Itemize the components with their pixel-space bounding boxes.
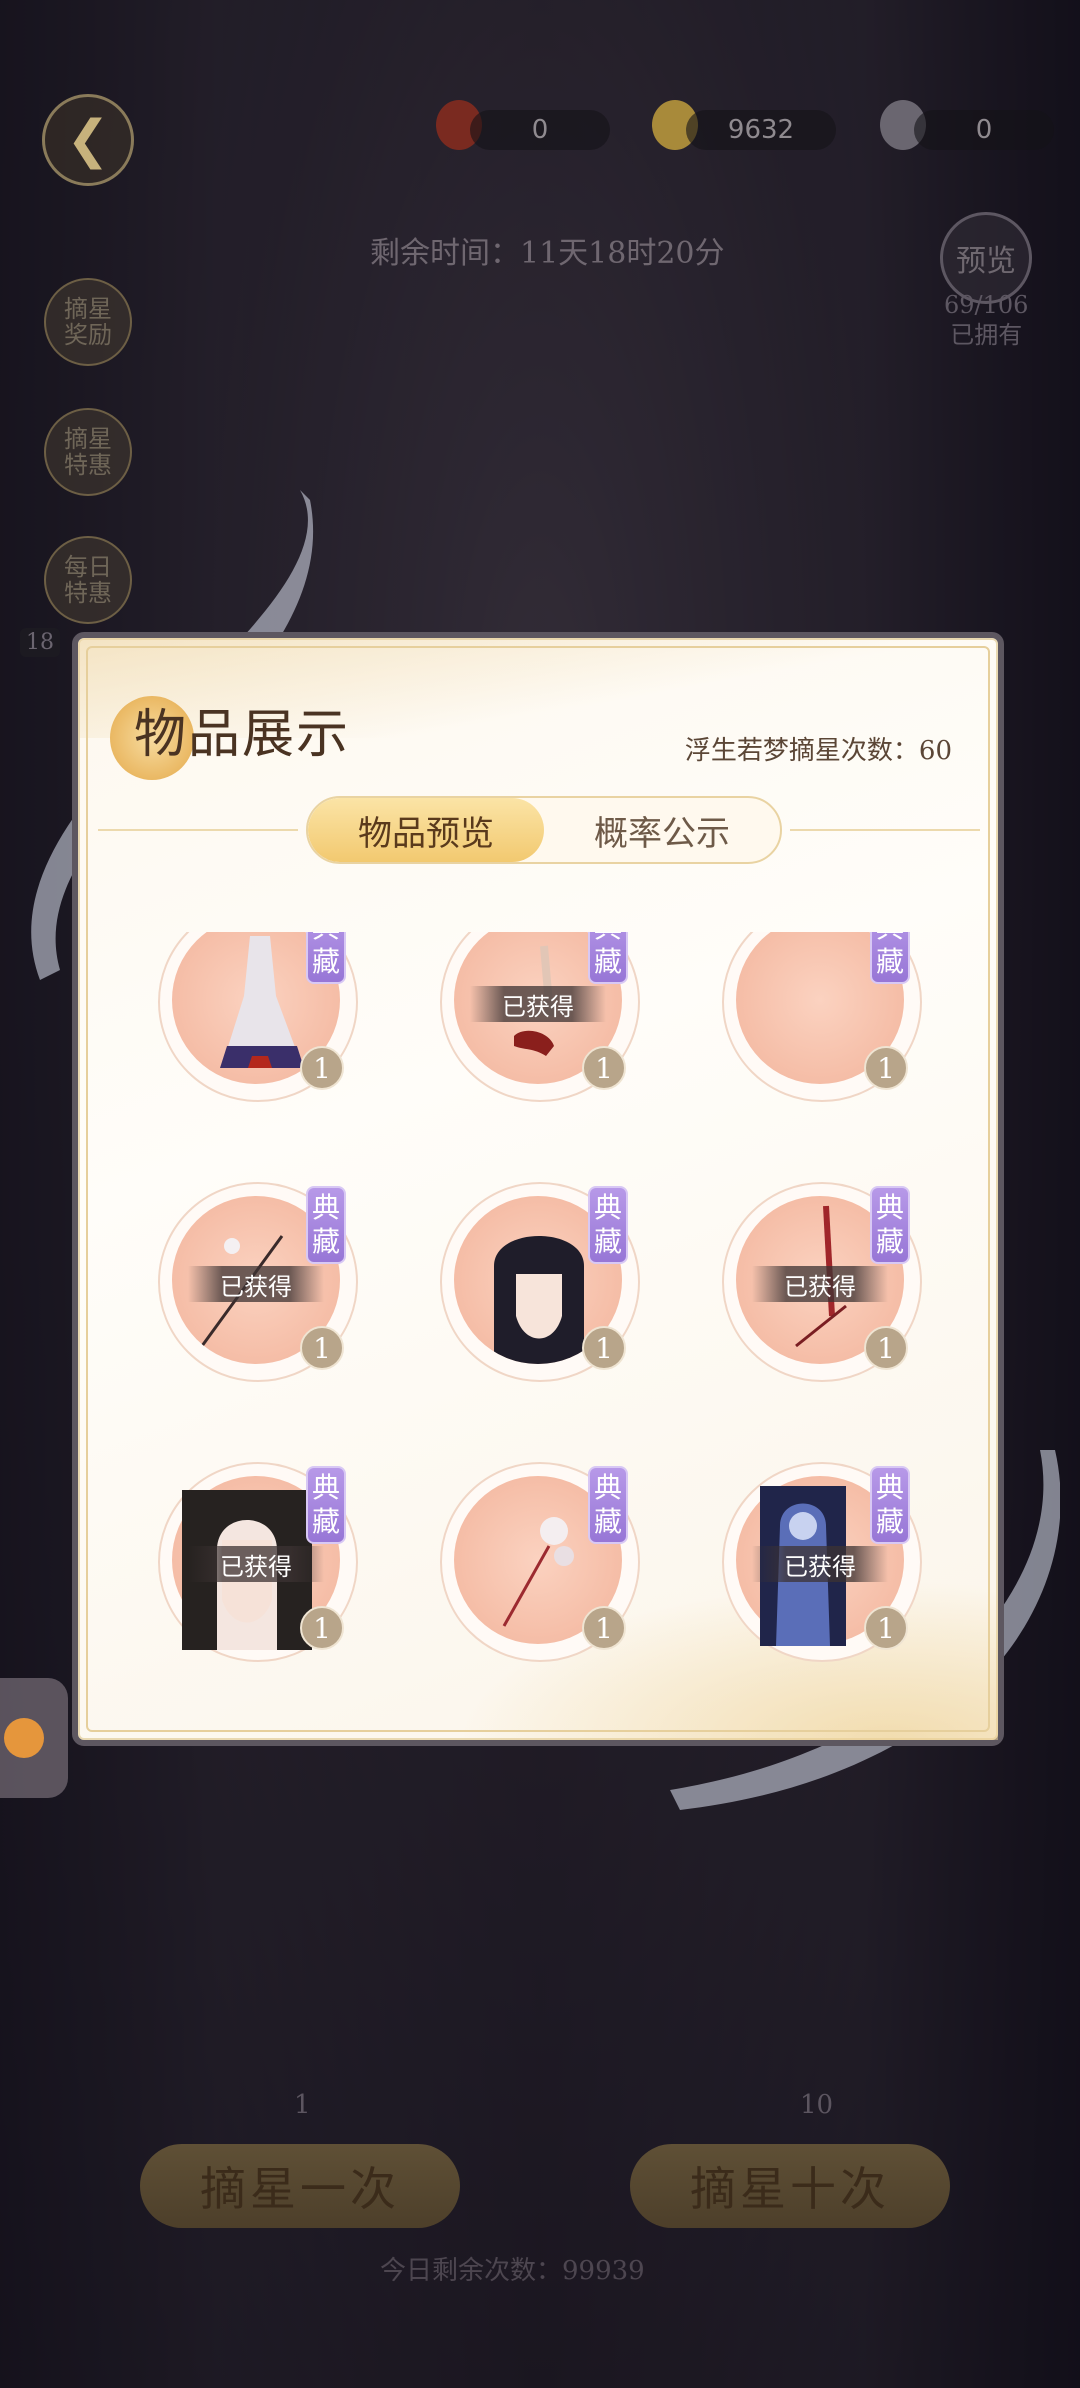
item-display-modal: 物品展示 浮生若梦摘星次数：60 物品预览 概率公示 典藏 1 已获得 典藏 1… (72, 632, 1004, 1746)
collection-tag: 典藏 (588, 932, 628, 984)
tab-item-preview[interactable]: 物品预览 (308, 798, 544, 862)
collection-tag: 典藏 (870, 1186, 910, 1264)
collection-tag: 典藏 (306, 932, 346, 984)
item-slot[interactable]: 已获得 典藏 1 (722, 1182, 922, 1382)
owned-progress: 69/106 已拥有 (944, 290, 1028, 350)
owned-label: 已获得 (188, 1546, 324, 1582)
tab-probability[interactable]: 概率公示 (544, 798, 780, 862)
item-quantity: 1 (582, 1326, 626, 1370)
item-slot[interactable]: 已获得 典藏 1 (722, 1462, 922, 1662)
item-slot[interactable]: 已获得 典藏 1 (158, 1462, 358, 1662)
currency-gold-coin: 9632 (686, 110, 836, 150)
tab-divider-left (98, 829, 298, 831)
modal-title: 物品展示 (134, 705, 351, 765)
currency-red-gem: 0 (470, 110, 610, 150)
item-quantity: 1 (864, 1046, 908, 1090)
collection-tag: 典藏 (588, 1186, 628, 1264)
tab-divider-right (790, 829, 980, 831)
pull-once-button[interactable]: 摘星一次 (140, 2144, 460, 2228)
item-quantity: 1 (582, 1606, 626, 1650)
tab-bar: 物品预览 概率公示 (306, 796, 782, 864)
item-quantity: 1 (300, 1606, 344, 1650)
item-quantity: 1 (582, 1046, 626, 1090)
collection-tag: 典藏 (588, 1466, 628, 1544)
back-arrow-icon: ❮ (66, 110, 110, 170)
currency-silver-pearl: 0 (914, 110, 1054, 150)
back-button[interactable]: ❮ (42, 94, 134, 186)
owned-label: 已拥有 (950, 321, 1023, 349)
owned-label: 已获得 (752, 1266, 888, 1302)
floating-assistant-button[interactable] (0, 1678, 68, 1798)
pull-ten-button[interactable]: 摘星十次 (630, 2144, 950, 2228)
item-quantity: 1 (864, 1606, 908, 1650)
item-slot[interactable]: 已获得 典藏 1 (158, 1182, 358, 1382)
collection-tag: 典藏 (306, 1466, 346, 1544)
remaining-pulls: 今日剩余次数：99939 (380, 2256, 645, 2286)
collection-tag: 典藏 (870, 932, 910, 984)
pull-count: 浮生若梦摘星次数：60 (684, 736, 952, 766)
item-slot[interactable]: 典藏 1 (722, 932, 922, 1102)
collection-tag: 典藏 (306, 1186, 346, 1264)
single-pull-cost: 1 (294, 2090, 311, 2120)
item-slot[interactable]: 已获得 典藏 1 (440, 932, 640, 1102)
item-quantity: 1 (300, 1046, 344, 1090)
owned-label: 已获得 (752, 1546, 888, 1582)
item-quantity: 1 (300, 1326, 344, 1370)
owned-count: 69/106 (944, 291, 1029, 319)
owned-label: 已获得 (470, 986, 606, 1022)
event-timer: 剩余时间：11天18时20分 (370, 236, 725, 271)
assistant-icon (4, 1718, 44, 1758)
item-slot[interactable]: 典藏 1 (440, 1182, 640, 1382)
item-quantity: 1 (864, 1326, 908, 1370)
ten-pull-cost: 10 (800, 2090, 834, 2120)
star-reward-button[interactable]: 摘星奖励 (44, 278, 132, 366)
item-slot[interactable]: 典藏 1 (440, 1462, 640, 1662)
collection-tag: 典藏 (870, 1466, 910, 1544)
item-slot[interactable]: 典藏 1 (158, 932, 358, 1102)
owned-label: 已获得 (188, 1266, 324, 1302)
